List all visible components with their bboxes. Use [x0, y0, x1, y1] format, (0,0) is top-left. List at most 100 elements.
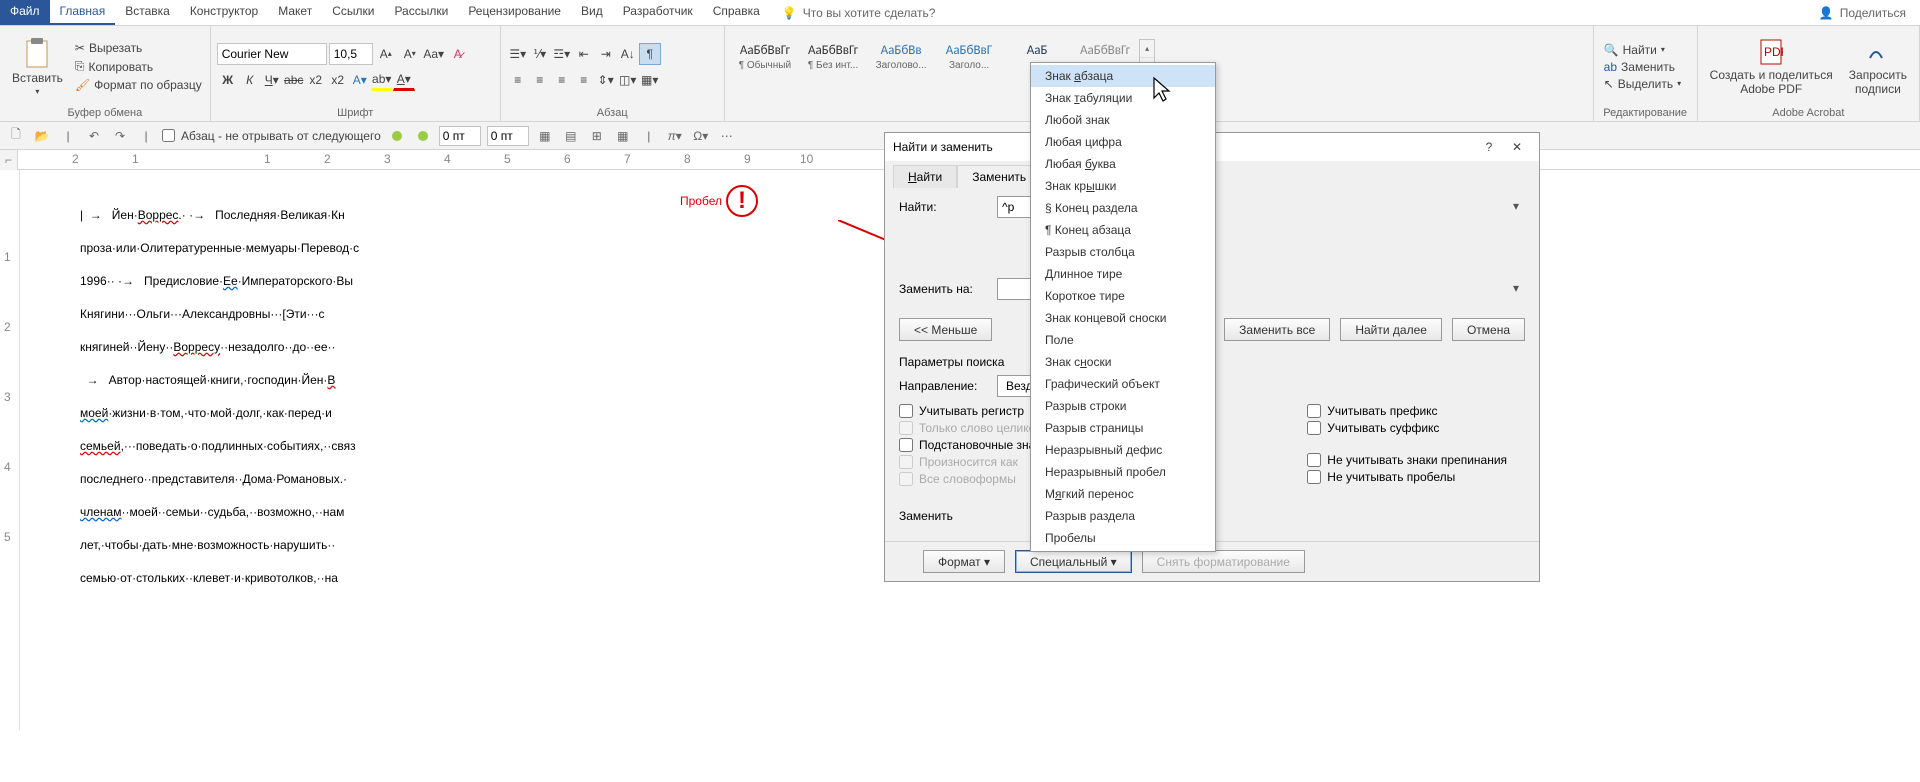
font-size-input[interactable]	[329, 43, 373, 65]
tab-mailings[interactable]: Рассылки	[384, 0, 458, 25]
align-right-button[interactable]: ≡	[551, 69, 573, 91]
find-button[interactable]: 🔍Найти▾	[1600, 42, 1685, 58]
subscript-button[interactable]: x2	[305, 69, 327, 91]
qat-circle2[interactable]	[413, 126, 433, 146]
popup-item-letter[interactable]: Любая буква	[1031, 153, 1215, 175]
bold-button[interactable]: Ж	[217, 69, 239, 91]
underline-button[interactable]: Ч▾	[261, 69, 283, 91]
special-dropdown-button[interactable]: Специальный ▾	[1015, 550, 1132, 573]
qat-pt-before[interactable]	[439, 126, 481, 146]
dialog-close-button[interactable]: ✕	[1503, 137, 1531, 157]
strikethrough-button[interactable]: abc	[283, 69, 305, 91]
decrease-indent-button[interactable]: ⇤	[573, 43, 595, 65]
qat-pt-after[interactable]	[487, 126, 529, 146]
tab-insert[interactable]: Вставка	[115, 0, 180, 25]
format-painter-button[interactable]: 🖌Формат по образцу	[73, 77, 204, 93]
popup-item-softhyphen[interactable]: Мягкий перенос	[1031, 483, 1215, 505]
font-name-input[interactable]	[217, 43, 327, 65]
style-title[interactable]: АаБ	[1003, 39, 1071, 62]
popup-item-endnote[interactable]: Знак концевой сноски	[1031, 307, 1215, 329]
tab-view[interactable]: Вид	[571, 0, 613, 25]
dialog-tab-find[interactable]: Найти	[893, 165, 957, 188]
tab-design[interactable]: Конструктор	[180, 0, 268, 25]
style-nospacing[interactable]: АаБбВвГг¶ Без инт...	[799, 39, 867, 75]
format-dropdown-button[interactable]: Формат ▾	[923, 550, 1005, 573]
popup-item-caret[interactable]: Знак крышки	[1031, 175, 1215, 197]
justify-button[interactable]: ≡	[573, 69, 595, 91]
paste-button[interactable]: Вставить ▾	[6, 35, 69, 98]
align-center-button[interactable]: ≡	[529, 69, 551, 91]
popup-item-paragraph-mark[interactable]: Знак абзаца	[1031, 65, 1215, 87]
bullets-button[interactable]: ☰▾	[507, 43, 529, 65]
highlight-button[interactable]: ab▾	[371, 69, 393, 91]
popup-item-digit[interactable]: Любая цифра	[1031, 131, 1215, 153]
font-color-button[interactable]: A▾	[393, 69, 415, 91]
popup-item-footnote[interactable]: Знак сноски	[1031, 351, 1215, 373]
dialog-help-button[interactable]: ?	[1475, 137, 1503, 157]
request-sign-button[interactable]: Запросить подписи	[1843, 36, 1913, 98]
tab-review[interactable]: Рецензирование	[458, 0, 571, 25]
popup-item-nbhyphen[interactable]: Неразрывный дефис	[1031, 439, 1215, 461]
cut-button[interactable]: ✂Вырезать	[73, 40, 204, 56]
style-heading1[interactable]: АаБбВвЗаголово...	[867, 39, 935, 75]
numbering-button[interactable]: ⅟▾	[529, 43, 551, 65]
ck-punct[interactable]: Не учитывать знаки препинания	[1307, 453, 1507, 467]
qat-open[interactable]: 📂	[32, 126, 52, 146]
style-normal[interactable]: АаБбВвГг¶ Обычный	[731, 39, 799, 75]
share-button[interactable]: 👤 Поделиться	[1805, 0, 1920, 25]
qat-more[interactable]: ⋯	[717, 126, 737, 146]
popup-item-nbspace[interactable]: Неразрывный пробел	[1031, 461, 1215, 483]
change-case-button[interactable]: Aa▾	[423, 43, 445, 65]
qat-table[interactable]: ▦	[613, 126, 633, 146]
qat-new[interactable]: 🗋	[6, 126, 26, 146]
vertical-ruler[interactable]: 12345	[0, 170, 20, 730]
align-left-button[interactable]: ≡	[507, 69, 529, 91]
style-subtitle[interactable]: АаБбВвГг	[1071, 39, 1139, 62]
sort-button[interactable]: A↓	[617, 43, 639, 65]
tab-selector[interactable]: ⌐	[0, 150, 18, 170]
tab-file[interactable]: Файл	[0, 0, 50, 25]
tab-help[interactable]: Справка	[703, 0, 770, 25]
qat-undo[interactable]: ↶	[84, 126, 104, 146]
ck-prefix[interactable]: Учитывать префикс	[1307, 404, 1507, 418]
popup-item-field[interactable]: Поле	[1031, 329, 1215, 351]
popup-item-section-end[interactable]: § Конец раздела	[1031, 197, 1215, 219]
tab-home[interactable]: Главная	[50, 0, 116, 25]
line-spacing-button[interactable]: ⇕▾	[595, 69, 617, 91]
qat-equation[interactable]: π▾	[665, 126, 685, 146]
create-pdf-button[interactable]: PDF Создать и поделиться Adobe PDF	[1704, 36, 1839, 98]
ck-wild[interactable]: Подстановочные знаки	[899, 438, 1047, 452]
cancel-button[interactable]: Отмена	[1452, 318, 1525, 341]
borders-button[interactable]: ▦▾	[639, 69, 661, 91]
dialog-tab-replace[interactable]: Заменить	[957, 165, 1041, 188]
style-heading2[interactable]: АаБбВвГЗаголо...	[935, 39, 1003, 75]
popup-item-tab[interactable]: Знак табуляции	[1031, 87, 1215, 109]
qat-insert[interactable]: ⊞	[587, 126, 607, 146]
ck-suffix[interactable]: Учитывать суффикс	[1307, 421, 1507, 435]
popup-item-graphic[interactable]: Графический объект	[1031, 373, 1215, 395]
popup-item-sectionbreak[interactable]: Разрыв раздела	[1031, 505, 1215, 527]
popup-item-column-break[interactable]: Разрыв столбца	[1031, 241, 1215, 263]
popup-item-para-end[interactable]: ¶ Конец абзаца	[1031, 219, 1215, 241]
qat-page[interactable]: ▤	[561, 126, 581, 146]
qat-checkbox[interactable]	[162, 129, 175, 142]
find-next-button[interactable]: Найти далее	[1340, 318, 1442, 341]
tell-me[interactable]: 💡 Что вы хотите сделать?	[782, 0, 936, 25]
superscript-button[interactable]: x2	[327, 69, 349, 91]
popup-item-emdash[interactable]: Длинное тире	[1031, 263, 1215, 285]
copy-button[interactable]: ⎘Копировать	[73, 58, 204, 75]
qat-circle1[interactable]	[387, 126, 407, 146]
ck-space[interactable]: Не учитывать пробелы	[1307, 470, 1507, 484]
text-effects-button[interactable]: A▾	[349, 69, 371, 91]
replace-button[interactable]: abЗаменить	[1600, 59, 1685, 75]
qat-redo[interactable]: ↷	[110, 126, 130, 146]
show-marks-button[interactable]: ¶	[639, 43, 661, 65]
tab-references[interactable]: Ссылки	[322, 0, 384, 25]
less-button[interactable]: << Меньше	[899, 318, 992, 341]
increase-indent-button[interactable]: ⇥	[595, 43, 617, 65]
replace-all-button[interactable]: Заменить все	[1224, 318, 1330, 341]
select-button[interactable]: ↖Выделить▾	[1600, 76, 1685, 92]
qat-symbol[interactable]: Ω▾	[691, 126, 711, 146]
popup-item-any[interactable]: Любой знак	[1031, 109, 1215, 131]
clear-formatting-dlg-button[interactable]: Снять форматирование	[1142, 550, 1305, 573]
